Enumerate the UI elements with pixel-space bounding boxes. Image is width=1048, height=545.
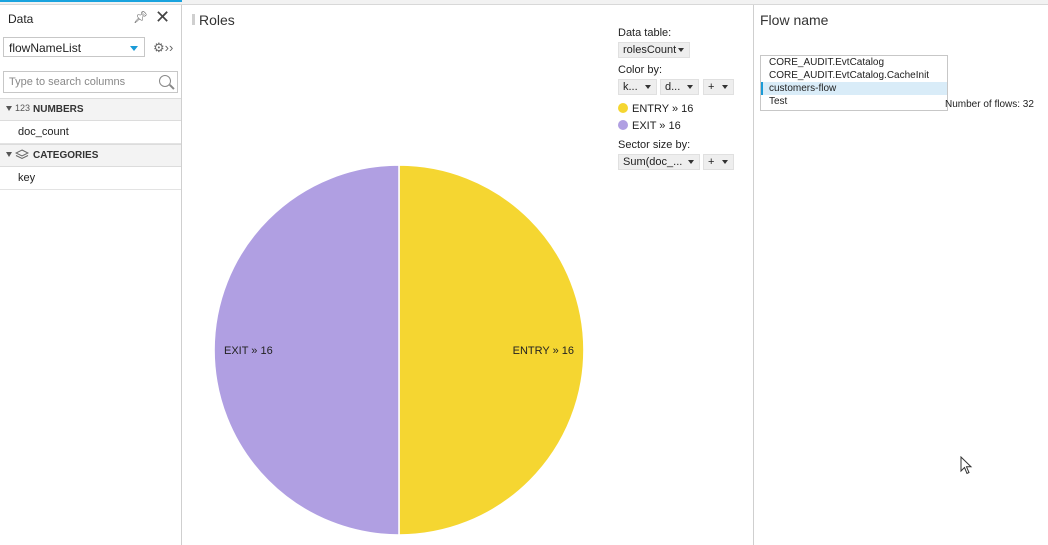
numbers-section-label: NUMBERS xyxy=(33,104,84,115)
legend-swatch xyxy=(618,103,628,113)
chevron-down-icon xyxy=(688,160,694,164)
color-by-dropdown-value: d... xyxy=(665,81,681,93)
data-panel: Data 📌︎ ✕ flowNameList ⚙›› Type to searc… xyxy=(0,5,182,545)
flow-panel-title: Flow name xyxy=(760,12,829,28)
chevron-down-icon xyxy=(130,46,138,51)
flow-count-label: Number of flows: 32 xyxy=(945,99,1034,110)
pie-chart: ENTRY » 16 EXIT » 16 xyxy=(213,164,585,536)
sector-size-dropdown[interactable]: Sum(doc_... xyxy=(618,154,700,170)
add-label: + xyxy=(708,156,715,168)
add-label: + xyxy=(708,81,715,93)
pie-slice-label: ENTRY » 16 xyxy=(513,345,574,357)
list-item-selected[interactable]: customers-flow xyxy=(761,82,947,95)
data-table-dropdown[interactable]: rolesCount xyxy=(618,42,690,58)
color-by-dropdown-value: k... xyxy=(623,81,638,93)
gear-icon[interactable]: ⚙›› xyxy=(153,40,173,56)
list-item[interactable]: Test xyxy=(761,95,947,108)
chevron-down-icon xyxy=(722,85,728,89)
legend-item-entry[interactable]: ENTRY » 16 xyxy=(618,103,693,115)
field-item[interactable]: doc_count xyxy=(0,121,181,144)
data-panel-title: Data xyxy=(8,12,34,26)
add-color-button[interactable]: + xyxy=(703,79,734,95)
legend-label: ENTRY » 16 xyxy=(632,103,694,115)
list-item[interactable]: CORE_AUDIT.EvtCatalog xyxy=(761,56,947,69)
legend-swatch xyxy=(618,120,628,130)
sector-size-value: Sum(doc_... xyxy=(623,156,683,168)
mouse-cursor-icon xyxy=(960,456,973,475)
numbers-section-header[interactable]: 123 NUMBERS xyxy=(0,98,181,121)
pie-slice-label: EXIT » 16 xyxy=(224,345,273,357)
legend-label: EXIT » 16 xyxy=(632,120,681,132)
sector-size-label: Sector size by: xyxy=(618,139,691,151)
color-by-label: Color by: xyxy=(618,64,663,76)
data-table-label: Data table: xyxy=(618,27,672,39)
dataset-select[interactable]: flowNameList xyxy=(3,37,145,57)
field-label: key xyxy=(18,172,36,184)
categories-section-header[interactable]: CATEGORIES xyxy=(0,144,181,167)
chevron-down-icon xyxy=(687,85,693,89)
chevron-down-icon xyxy=(678,48,684,52)
roles-panel-title: Roles xyxy=(199,12,235,28)
drag-handle[interactable] xyxy=(192,14,195,25)
layers-icon xyxy=(15,149,29,160)
add-sector-button[interactable]: + xyxy=(703,154,734,170)
data-table-value: rolesCount xyxy=(623,44,677,56)
chevron-down-icon xyxy=(722,160,728,164)
close-icon[interactable]: ✕ xyxy=(155,8,170,26)
legend-item-exit[interactable]: EXIT » 16 xyxy=(618,120,681,132)
collapse-triangle-icon[interactable] xyxy=(6,152,12,157)
flow-name-panel: Flow name CORE_AUDIT.EvtCatalog CORE_AUD… xyxy=(753,5,1048,545)
chevron-down-icon xyxy=(645,85,651,89)
collapse-triangle-icon[interactable] xyxy=(6,106,12,111)
field-item[interactable]: key xyxy=(0,167,181,190)
list-item[interactable]: CORE_AUDIT.EvtCatalog.CacheInit xyxy=(761,69,947,82)
dataset-select-value: flowNameList xyxy=(9,41,82,55)
roles-panel: Roles ENTRY » 16 EXIT » 16 Data table: ro… xyxy=(188,5,748,545)
column-search-input[interactable]: Type to search columns xyxy=(3,71,178,93)
field-label: doc_count xyxy=(18,126,69,138)
pin-icon[interactable]: 📌︎ xyxy=(133,10,148,24)
active-tab-indicator xyxy=(0,0,182,2)
color-by-dropdown-2[interactable]: d... xyxy=(660,79,699,95)
data-panel-header: Data 📌︎ ✕ xyxy=(0,5,181,33)
search-icon[interactable] xyxy=(159,75,171,87)
color-by-dropdown[interactable]: k... xyxy=(618,79,657,95)
flow-name-list[interactable]: CORE_AUDIT.EvtCatalog CORE_AUDIT.EvtCata… xyxy=(760,55,948,111)
search-placeholder: Type to search columns xyxy=(9,76,126,88)
numbers-icon: 123 xyxy=(15,103,31,113)
categories-section-label: CATEGORIES xyxy=(33,150,99,161)
dataset-row: flowNameList ⚙›› xyxy=(0,33,181,61)
